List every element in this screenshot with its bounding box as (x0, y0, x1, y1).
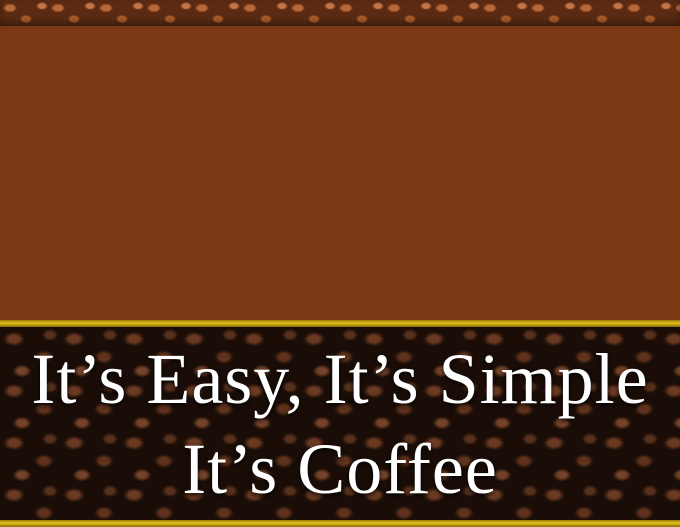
slogan-line-2: It’s Coffee (182, 429, 498, 509)
coffee-beans-header-strip (0, 0, 680, 26)
banner-slogan: It’s Easy, It’s Simple It’s Coffee (0, 327, 680, 520)
coffee-beans-banner: It’s Easy, It’s Simple It’s Coffee (0, 327, 680, 520)
gold-divider-bottom (0, 520, 680, 527)
gold-divider-top (0, 320, 680, 327)
brown-content-panel (0, 26, 680, 320)
slogan-line-1: It’s Easy, It’s Simple (31, 339, 649, 419)
